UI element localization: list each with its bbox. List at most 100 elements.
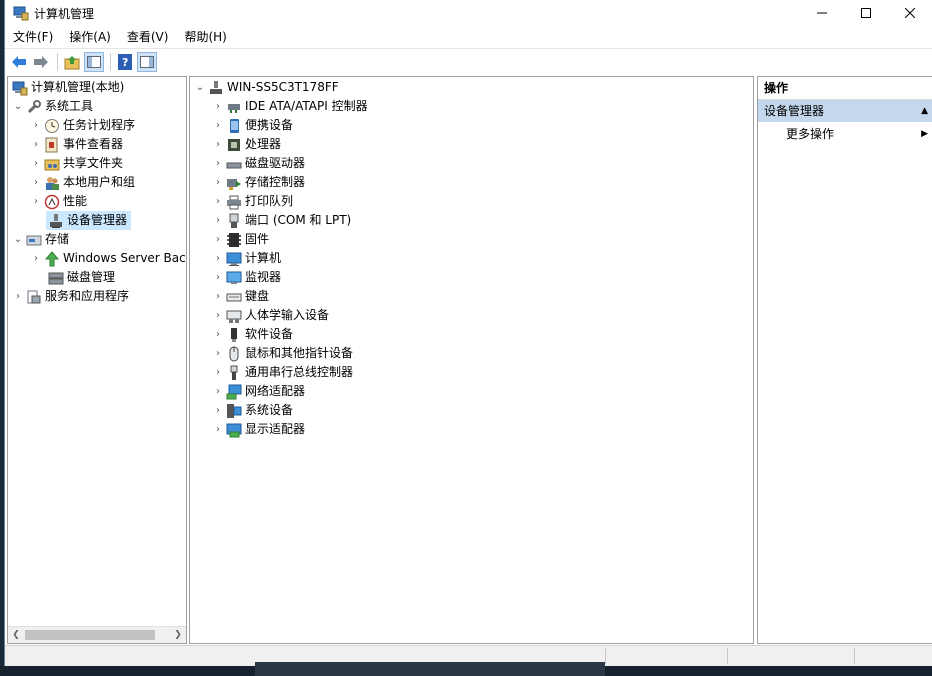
chevron-right-icon[interactable]: ›: [212, 325, 224, 344]
computer-management-icon: [13, 5, 29, 21]
device-category-keyboards[interactable]: › 键盘: [212, 287, 269, 306]
device-category-display-adapters[interactable]: › 显示适配器: [212, 420, 305, 439]
shared-folder-icon: [44, 156, 60, 172]
device-category-hid[interactable]: › 人体学输入设备: [212, 306, 329, 325]
device-category-label: 键盘: [245, 289, 270, 303]
device-category-software-devices[interactable]: › 软件设备: [212, 325, 293, 344]
chevron-right-icon[interactable]: ›: [212, 344, 224, 363]
device-category-disk-drives[interactable]: › 磁盘驱动器: [212, 154, 305, 173]
chevron-right-icon[interactable]: ›: [212, 382, 224, 401]
horizontal-scrollbar[interactable]: ❮ ❯: [8, 626, 186, 643]
scroll-right-icon[interactable]: ❯: [170, 627, 186, 643]
display-adapter-icon: [226, 422, 242, 438]
chevron-right-icon[interactable]: ›: [212, 268, 224, 287]
tree-item-event-viewer[interactable]: › 事件查看器: [30, 135, 123, 154]
device-category-ports[interactable]: › 端口 (COM 和 LPT): [212, 211, 351, 230]
device-category-monitors[interactable]: › 监视器: [212, 268, 281, 287]
chevron-right-icon[interactable]: ›: [30, 154, 42, 173]
device-category-processor[interactable]: › 处理器: [212, 135, 281, 154]
toolbar-separator: [110, 52, 111, 71]
menu-help[interactable]: 帮助(H): [176, 27, 234, 47]
show-hide-action-pane-icon[interactable]: [137, 51, 157, 72]
device-root[interactable]: ⌄ WIN-SS5C3T178FF: [194, 78, 339, 97]
tree-item-label: 事件查看器: [63, 137, 124, 151]
chevron-right-icon[interactable]: ›: [212, 420, 224, 439]
menu-view[interactable]: 查看(V): [119, 27, 177, 47]
device-category-computer[interactable]: › 计算机: [212, 249, 281, 268]
chevron-right-icon[interactable]: ›: [212, 306, 224, 325]
chevron-right-icon[interactable]: ›: [30, 116, 42, 135]
svg-text:?: ?: [122, 56, 128, 69]
device-category-label: 处理器: [245, 137, 282, 151]
device-category-print-queues[interactable]: › 打印队列: [212, 192, 293, 211]
up-folder-icon[interactable]: [62, 52, 82, 72]
chevron-right-icon[interactable]: ›: [30, 173, 42, 192]
tree-item-local-users[interactable]: › 本地用户和组: [30, 173, 135, 192]
more-actions-item[interactable]: 更多操作 ▶: [786, 124, 932, 144]
device-category-portable[interactable]: › 便携设备: [212, 116, 293, 135]
device-category-mice[interactable]: › 鼠标和其他指针设备: [212, 344, 353, 363]
menu-action[interactable]: 操作(A): [61, 27, 119, 47]
event-viewer-icon: [44, 137, 60, 153]
chevron-right-icon[interactable]: ›: [212, 230, 224, 249]
chevron-right-icon[interactable]: ›: [30, 135, 42, 154]
backup-icon: [44, 250, 60, 267]
device-category-ide[interactable]: › IDE ATA/ATAPI 控制器: [212, 97, 368, 116]
device-category-system-devices[interactable]: › 系统设备: [212, 401, 293, 420]
chevron-right-icon[interactable]: ›: [212, 363, 224, 382]
chevron-right-icon[interactable]: ›: [212, 97, 224, 116]
chevron-right-icon[interactable]: ›: [30, 249, 42, 268]
chevron-down-icon[interactable]: ⌄: [194, 78, 206, 97]
tree-item-disk-management[interactable]: 磁盘管理: [46, 268, 115, 287]
help-icon[interactable]: ?: [115, 52, 135, 72]
close-button[interactable]: [888, 0, 932, 26]
chevron-right-icon[interactable]: ›: [212, 249, 224, 268]
scroll-thumb[interactable]: [25, 630, 155, 640]
tree-item-services-apps[interactable]: › 服务和应用程序: [12, 287, 129, 306]
device-category-label: 打印队列: [245, 194, 294, 208]
tree-item-device-manager[interactable]: 设备管理器: [46, 211, 132, 230]
tree-item-system-tools[interactable]: ⌄ 系统工具: [12, 97, 93, 116]
device-category-firmware[interactable]: › 固件: [212, 230, 269, 249]
device-category-network-adapters[interactable]: › 网络适配器: [212, 382, 305, 401]
chevron-right-icon[interactable]: ›: [30, 192, 42, 211]
printer-icon: [226, 194, 242, 210]
tree-item-shared-folders[interactable]: › 共享文件夹: [30, 154, 123, 173]
software-device-icon: [226, 327, 242, 343]
tree-item-root[interactable]: 计算机管理(本地): [10, 78, 124, 97]
chevron-down-icon[interactable]: ⌄: [12, 230, 24, 249]
menu-file[interactable]: 文件(F): [5, 27, 61, 47]
device-category-usb[interactable]: › 通用串行总线控制器: [212, 363, 353, 382]
maximize-button[interactable]: [844, 0, 888, 26]
tree-item-performance[interactable]: › 性能: [30, 192, 87, 211]
status-divider: [854, 648, 855, 664]
chevron-down-icon[interactable]: ⌄: [12, 97, 24, 116]
storage-controller-icon: [226, 175, 242, 191]
actions-section-device-manager[interactable]: 设备管理器 ▲: [758, 100, 932, 122]
performance-icon: [44, 194, 60, 210]
chevron-right-icon[interactable]: ›: [212, 401, 224, 420]
toolbar-separator: [57, 52, 58, 71]
forward-icon[interactable]: [31, 52, 51, 72]
back-icon[interactable]: [9, 52, 29, 72]
tree-item-storage[interactable]: ⌄ 存储: [12, 230, 69, 249]
menu-bar: 文件(F) 操作(A) 查看(V) 帮助(H): [5, 27, 932, 47]
device-category-storage-controllers[interactable]: › 存储控制器: [212, 173, 305, 192]
chevron-right-icon[interactable]: ›: [12, 287, 24, 306]
tree-item-label: 性能: [63, 194, 88, 208]
chevron-right-icon[interactable]: ›: [212, 154, 224, 173]
chevron-right-icon[interactable]: ›: [212, 211, 224, 230]
chevron-right-icon[interactable]: ›: [212, 116, 224, 135]
system-device-icon: [226, 403, 242, 419]
chevron-right-icon[interactable]: ›: [212, 287, 224, 306]
collapse-triangle-icon[interactable]: ▲: [921, 100, 928, 122]
chevron-right-icon[interactable]: ›: [212, 192, 224, 211]
chevron-right-icon[interactable]: ›: [212, 173, 224, 192]
device-manager-icon: [48, 213, 64, 229]
tree-item-windows-backup[interactable]: › Windows Server Back: [30, 249, 186, 268]
minimize-button[interactable]: [800, 0, 844, 26]
scroll-left-icon[interactable]: ❮: [8, 627, 24, 643]
chevron-right-icon[interactable]: ›: [212, 135, 224, 154]
show-hide-console-tree-icon[interactable]: [84, 51, 104, 72]
tree-item-task-scheduler[interactable]: › 任务计划程序: [30, 116, 135, 135]
